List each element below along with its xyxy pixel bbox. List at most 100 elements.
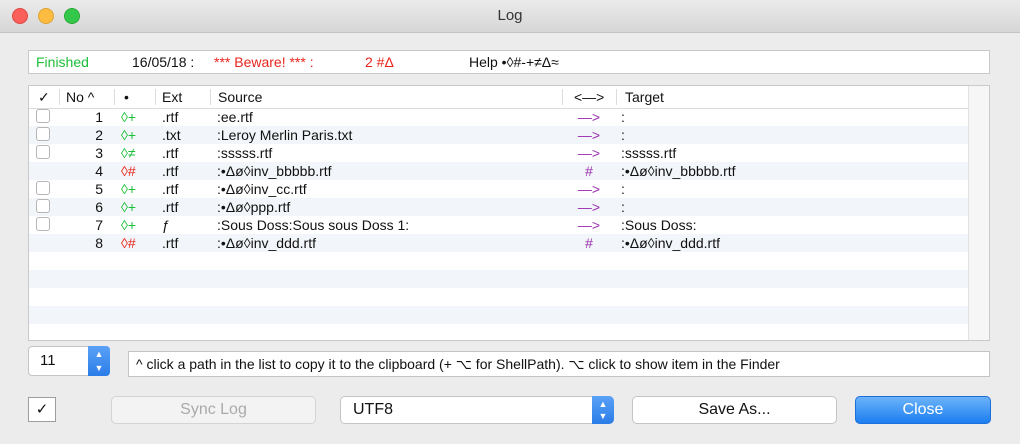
- row-source[interactable]: :ee.rtf: [217, 109, 253, 125]
- row-source[interactable]: :•Δø◊inv_cc.rtf: [217, 181, 307, 197]
- row-arrow: #: [585, 163, 593, 179]
- status-state: Finished: [36, 54, 89, 70]
- row-arrow: #: [585, 235, 593, 251]
- row-flag: ◊+: [121, 199, 137, 215]
- row-ext: ƒ: [162, 217, 170, 233]
- row-flag: ◊+: [121, 109, 137, 125]
- row-number: 2: [95, 127, 103, 143]
- row-arrow: —>: [577, 145, 601, 161]
- encoding-value: UTF8: [353, 401, 393, 418]
- select-chevrons-icon[interactable]: ▲ ▼: [592, 396, 614, 424]
- table-row[interactable]: 3 ◊≠ .rtf :sssss.rtf —> :sssss.rtf: [29, 144, 970, 162]
- table-row[interactable]: 6 ◊+ .rtf:•Δø◊ppp.rtf —>:: [29, 198, 970, 216]
- column-divider: [59, 89, 60, 105]
- row-target[interactable]: :: [621, 199, 625, 215]
- table-row[interactable]: 7 ◊+ ƒ :Sous Doss:Sous sous Doss 1: —> :Sous …: [29, 216, 970, 234]
- row-checkbox[interactable]: [36, 109, 50, 123]
- check-all-button[interactable]: ✓: [28, 397, 56, 422]
- row-arrow: —>: [577, 127, 601, 143]
- row-flag: ◊+: [121, 127, 137, 143]
- table-row: [29, 252, 970, 270]
- vertical-scrollbar[interactable]: [968, 86, 989, 340]
- row-checkbox[interactable]: [36, 145, 50, 159]
- table-row[interactable]: 8 ◊# .rtf :•Δø◊inv_ddd.rtf # :•Δø◊inv_ddd.rtf: [29, 234, 970, 252]
- row-arrow: —>: [577, 181, 601, 197]
- header-arrow[interactable]: <—>: [574, 89, 604, 105]
- header-dot[interactable]: •: [124, 89, 129, 105]
- log-table[interactable]: ✓ No ^ • Ext Source <—> Target 1 ◊+ .rtf :e…: [28, 85, 990, 341]
- log-window: Log Finished 16/05/18 : *** Beware! *** …: [0, 0, 1020, 444]
- save-as-button[interactable]: Save As...: [632, 396, 837, 424]
- table-row: [29, 324, 970, 340]
- row-ext: .rtf: [162, 181, 179, 197]
- status-bar: Finished 16/05/18 : *** Beware! *** : 2 …: [28, 50, 990, 74]
- table-row[interactable]: 1 ◊+ .rtf :ee.rtf —>:: [29, 108, 970, 126]
- row-number: 4: [95, 163, 103, 179]
- row-source[interactable]: :•Δø◊ppp.rtf: [217, 199, 290, 215]
- table-header: ✓ No ^ • Ext Source <—> Target: [29, 86, 970, 109]
- row-checkbox[interactable]: [36, 217, 50, 231]
- header-no[interactable]: No ^: [66, 89, 94, 105]
- encoding-select[interactable]: UTF8 ▲ ▼: [340, 396, 614, 424]
- row-source[interactable]: :Leroy Merlin Paris.txt: [217, 127, 352, 143]
- row-target[interactable]: :: [621, 127, 625, 143]
- row-flag: ◊#: [121, 163, 136, 179]
- row-target[interactable]: :•Δø◊inv_ddd.rtf: [621, 235, 720, 251]
- stepper-value: 11: [40, 352, 56, 369]
- column-divider: [616, 89, 617, 105]
- table-row[interactable]: 2 ◊+ .txt :Leroy Merlin Paris.txt —>:: [29, 126, 970, 144]
- table-row[interactable]: 4 ◊# .rtf :•Δø◊inv_bbbbb.rtf # :•Δø◊inv_bbbbb…: [29, 162, 970, 180]
- row-ext: .txt: [162, 127, 181, 143]
- row-target[interactable]: :Sous Doss:: [621, 217, 696, 233]
- row-target[interactable]: :: [621, 181, 625, 197]
- row-target[interactable]: :•Δø◊inv_bbbbb.rtf: [621, 163, 736, 179]
- sync-log-button[interactable]: Sync Log: [111, 396, 316, 424]
- status-count: 2 #Δ: [365, 54, 394, 70]
- row-flag: ◊+: [121, 181, 137, 197]
- row-flag: ◊#: [121, 235, 136, 251]
- row-source[interactable]: :•Δø◊inv_bbbbb.rtf: [217, 163, 332, 179]
- row-checkbox[interactable]: [36, 127, 50, 141]
- row-ext: .rtf: [162, 145, 179, 161]
- row-checkbox[interactable]: [36, 181, 50, 195]
- row-ext: .rtf: [162, 163, 179, 179]
- header-check[interactable]: ✓: [38, 89, 50, 106]
- header-target[interactable]: Target: [625, 89, 664, 105]
- row-source[interactable]: :Sous Doss:Sous sous Doss 1:: [217, 217, 409, 233]
- header-ext[interactable]: Ext: [162, 89, 182, 105]
- row-source[interactable]: :sssss.rtf: [217, 145, 272, 161]
- window-title: Log: [497, 7, 523, 24]
- row-arrow: —>: [577, 217, 601, 233]
- count-stepper[interactable]: 11 ▲ ▼: [28, 346, 110, 376]
- column-divider: [155, 89, 156, 105]
- hint-field: ^ click a path in the list to copy it to…: [128, 351, 990, 377]
- row-flag: ◊≠: [121, 145, 136, 161]
- row-number: 3: [95, 145, 103, 161]
- table-row[interactable]: 5 ◊+ .rtf :•Δø◊inv_cc.rtf —>:: [29, 180, 970, 198]
- table-row: [29, 306, 970, 324]
- row-arrow: —>: [577, 109, 601, 125]
- title-bar[interactable]: Log: [0, 0, 1020, 33]
- row-target[interactable]: :: [621, 109, 625, 125]
- row-flag: ◊+: [121, 217, 137, 233]
- row-number: 6: [95, 199, 103, 215]
- hint-text: ^ click a path in the list to copy it to…: [136, 356, 780, 372]
- row-number: 8: [95, 235, 103, 251]
- row-source[interactable]: :•Δø◊inv_ddd.rtf: [217, 235, 316, 251]
- table-row: [29, 288, 970, 306]
- status-help[interactable]: Help •◊#-+≠Δ≈: [469, 54, 559, 70]
- status-date: 16/05/18 :: [132, 54, 195, 70]
- row-ext: .rtf: [162, 109, 179, 125]
- header-source[interactable]: Source: [218, 89, 262, 105]
- row-number: 5: [95, 181, 103, 197]
- row-target[interactable]: :sssss.rtf: [621, 145, 676, 161]
- row-number: 1: [95, 109, 103, 125]
- close-button[interactable]: Close: [855, 396, 991, 424]
- status-warning: *** Beware! *** :: [214, 54, 314, 70]
- row-ext: .rtf: [162, 235, 179, 251]
- stepper-chevrons-icon[interactable]: ▲ ▼: [88, 346, 110, 376]
- column-divider: [210, 89, 211, 105]
- table-row: [29, 270, 970, 288]
- row-number: 7: [95, 217, 103, 233]
- row-checkbox[interactable]: [36, 199, 50, 213]
